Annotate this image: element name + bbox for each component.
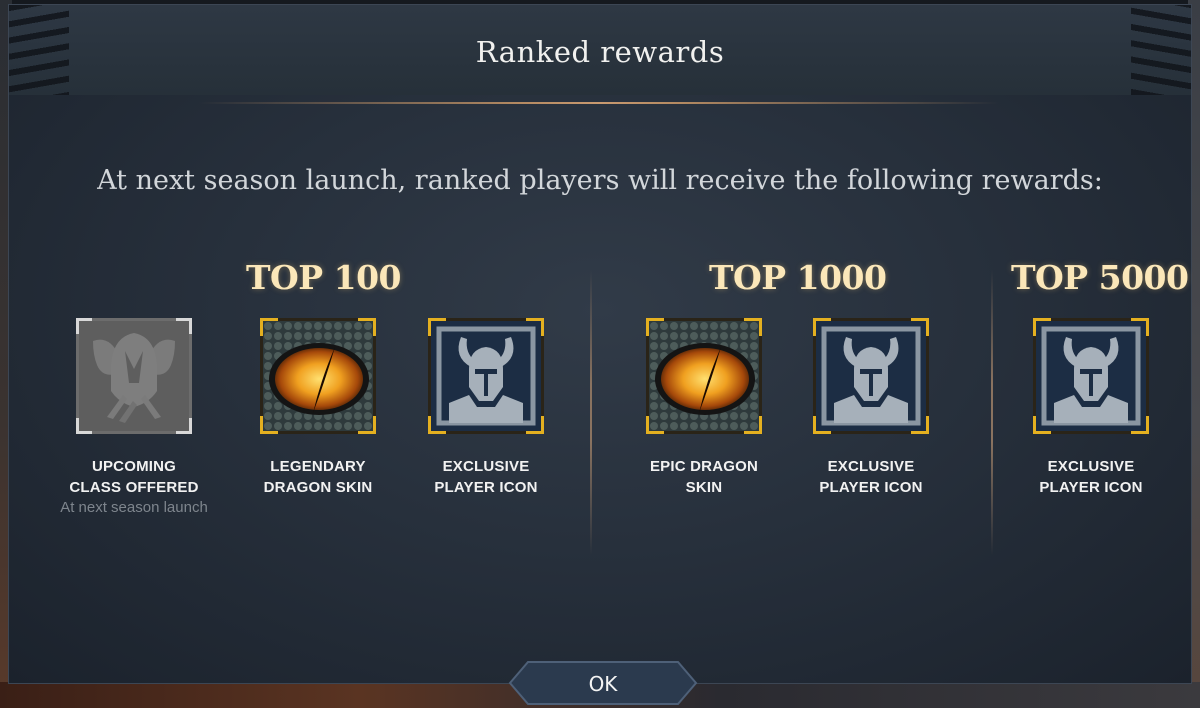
- horned-helmet-icon: [1036, 321, 1146, 431]
- reward-frame: [428, 318, 544, 434]
- dragon-eye-icon: [649, 321, 759, 431]
- reward-frame: [1033, 318, 1149, 434]
- reward-label-line: UPCOMING: [91, 458, 177, 475]
- reward-exclusive-player-icon-1000[interactable]: EXCLUSIVE PLAYER ICON: [786, 318, 956, 498]
- ok-button[interactable]: OK: [508, 660, 698, 706]
- reward-note: At next season launch: [60, 499, 208, 516]
- reward-exclusive-player-icon-5000[interactable]: EXCLUSIVE PLAYER ICON: [1006, 318, 1176, 498]
- reward-exclusive-player-icon-100[interactable]: EXCLUSIVE PLAYER ICON: [401, 318, 571, 498]
- tier-top-1000: TOP 1000: [709, 258, 887, 297]
- reward-frame: [260, 318, 376, 434]
- reward-label-line: DRAGON SKIN: [263, 479, 373, 496]
- reward-label-line: PLAYER ICON: [819, 479, 923, 496]
- reward-frame: [813, 318, 929, 434]
- reward-label-line: EXCLUSIVE: [442, 458, 530, 475]
- reward-upcoming-class[interactable]: UPCOMING CLASS OFFERED At next season la…: [49, 318, 219, 517]
- reward-label-line: LEGENDARY: [270, 458, 366, 475]
- tier-top-5000: TOP 5000: [1011, 258, 1189, 297]
- ranked-rewards-dialog: Ranked rewards At next season launch, ra…: [8, 4, 1192, 684]
- class-helmet-icon: [79, 321, 189, 431]
- reward-label-line: CLASS OFFERED: [69, 479, 199, 496]
- reward-legendary-dragon-skin[interactable]: LEGENDARY DRAGON SKIN: [233, 318, 403, 498]
- title-divider: [199, 102, 999, 104]
- reward-label-line: PLAYER ICON: [434, 479, 538, 496]
- dialog-subtitle: At next season launch, ranked players wi…: [97, 165, 1103, 196]
- reward-label-line: EXCLUSIVE: [827, 458, 915, 475]
- reward-label: EXCLUSIVE PLAYER ICON: [1006, 456, 1176, 498]
- reward-label: LEGENDARY DRAGON SKIN: [233, 456, 403, 498]
- reward-label-line: EPIC DRAGON: [649, 458, 759, 475]
- reward-frame: [76, 318, 192, 434]
- ok-button-label: OK: [588, 672, 618, 696]
- reward-label: EXCLUSIVE PLAYER ICON: [786, 456, 956, 498]
- horned-helmet-icon: [816, 321, 926, 431]
- reward-label-line: EXCLUSIVE: [1047, 458, 1135, 475]
- reward-label: EXCLUSIVE PLAYER ICON: [401, 456, 571, 498]
- reward-epic-dragon-skin[interactable]: EPIC DRAGON SKIN: [619, 318, 789, 498]
- horned-helmet-icon: [431, 321, 541, 431]
- dragon-eye-icon: [263, 321, 373, 431]
- dialog-title: Ranked rewards: [475, 35, 725, 69]
- tier-top-100: TOP 100: [246, 258, 402, 297]
- tier-divider: [590, 270, 592, 555]
- reward-label: UPCOMING CLASS OFFERED: [49, 456, 219, 498]
- reward-label-line: SKIN: [685, 479, 723, 496]
- tier-divider: [991, 270, 993, 555]
- reward-label-line: PLAYER ICON: [1039, 479, 1143, 496]
- reward-label: EPIC DRAGON SKIN: [619, 456, 789, 498]
- reward-frame: [646, 318, 762, 434]
